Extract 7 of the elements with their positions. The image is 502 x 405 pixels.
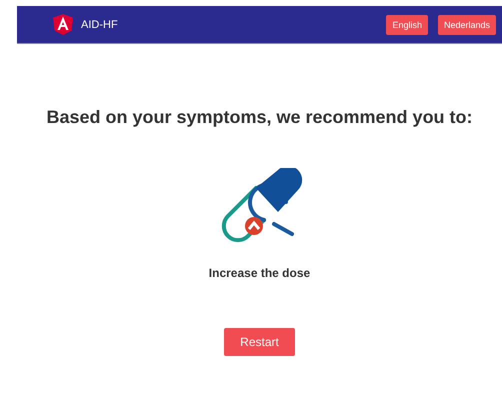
recommendation-heading: Based on your symptoms, we recommend you to: [45,106,474,128]
language-button[interactable]: Nederlands [438,14,496,34]
language-button[interactable]: English [386,14,428,34]
logo-icon [53,14,73,35]
app-name[interactable]: AID-HF [81,18,118,30]
advice-text: Increase the dose [208,266,310,280]
restart-button[interactable]: Restart [224,328,295,356]
